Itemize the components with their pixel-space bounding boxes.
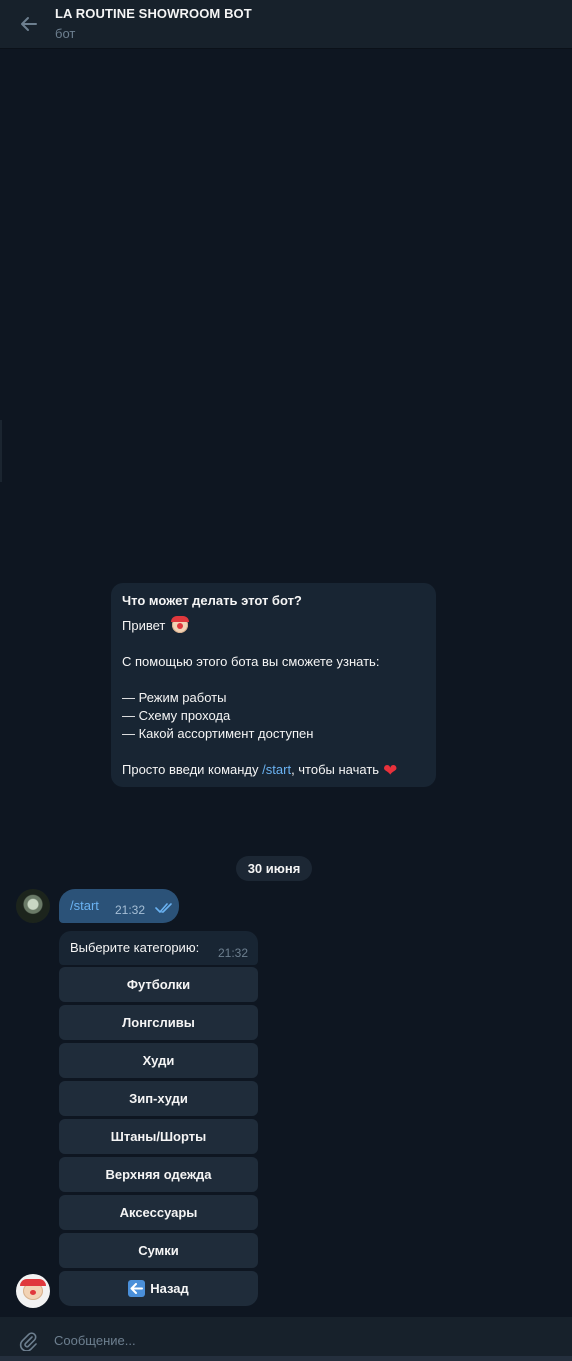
bot-info-intro: С помощью этого бота вы сможете узнать: bbox=[122, 654, 380, 669]
bot-info-cta: Просто введи команду /start, чтобы начат… bbox=[122, 761, 397, 780]
back-arrow-icon[interactable] bbox=[14, 9, 44, 39]
bot-info-card: Что может делать этот бот? Привет С помо… bbox=[111, 583, 436, 787]
incoming-message-text: Выберите категорию: bbox=[70, 940, 200, 955]
start-command-link[interactable]: /start bbox=[262, 762, 291, 777]
message-composer bbox=[0, 1317, 572, 1361]
bot-info-heading: Что может делать этот бот? bbox=[122, 593, 302, 608]
greeting-text: Привет bbox=[122, 618, 166, 633]
message-time: 21:32 bbox=[115, 903, 146, 917]
incoming-message[interactable]: Выберите категорию: 21:32 bbox=[59, 931, 258, 965]
cta-prefix: Просто введи команду bbox=[122, 762, 259, 777]
keyboard-button-hoodies[interactable]: Худи bbox=[59, 1043, 258, 1078]
clown-emoji-icon bbox=[20, 1279, 46, 1300]
keyboard-button-outerwear[interactable]: Верхняя одежда bbox=[59, 1157, 258, 1192]
user-avatar[interactable] bbox=[16, 889, 50, 923]
message-input[interactable] bbox=[52, 1328, 561, 1352]
chat-subtitle: бот bbox=[55, 26, 76, 41]
list-item: — Схему прохода bbox=[122, 708, 231, 723]
list-item: — Какой ассортимент доступен bbox=[122, 726, 314, 741]
clown-emoji-icon bbox=[170, 616, 189, 633]
bot-avatar[interactable] bbox=[16, 1274, 50, 1308]
scrollbar[interactable] bbox=[0, 420, 2, 482]
paperclip-icon[interactable] bbox=[15, 1328, 41, 1354]
left-arrow-emoji-icon bbox=[128, 1280, 146, 1297]
outgoing-message[interactable]: /start 21:32 bbox=[59, 889, 179, 923]
chat-header: LA ROUTINE SHOWROOM BOT бот bbox=[0, 0, 572, 49]
composer-divider bbox=[0, 1356, 572, 1361]
keyboard-button-back[interactable]: Назад bbox=[59, 1271, 258, 1306]
message-time: 21:32 bbox=[218, 946, 249, 960]
back-button-label: Назад bbox=[150, 1281, 189, 1296]
keyboard-button-zip-hoodies[interactable]: Зип-худи bbox=[59, 1081, 258, 1116]
list-item: — Режим работы bbox=[122, 690, 227, 705]
bot-info-greeting: Привет bbox=[122, 616, 189, 635]
date-separator: 30 июня bbox=[236, 856, 312, 881]
heart-emoji-icon: ❤ bbox=[383, 761, 398, 780]
bot-info-list: — Режим работы — Схему прохода — Какой а… bbox=[122, 689, 313, 743]
cta-suffix: , чтобы начать bbox=[291, 762, 380, 777]
keyboard-button-tshirts[interactable]: Футболки bbox=[59, 967, 258, 1002]
double-check-icon bbox=[155, 901, 173, 919]
keyboard-button-longsleeves[interactable]: Лонгсливы bbox=[59, 1005, 258, 1040]
outgoing-message-text[interactable]: /start bbox=[70, 898, 99, 913]
keyboard-button-pants-shorts[interactable]: Штаны/Шорты bbox=[59, 1119, 258, 1154]
chat-title[interactable]: LA ROUTINE SHOWROOM BOT bbox=[55, 6, 252, 21]
keyboard-button-bags[interactable]: Сумки bbox=[59, 1233, 258, 1268]
keyboard-button-accessories[interactable]: Аксессуары bbox=[59, 1195, 258, 1230]
